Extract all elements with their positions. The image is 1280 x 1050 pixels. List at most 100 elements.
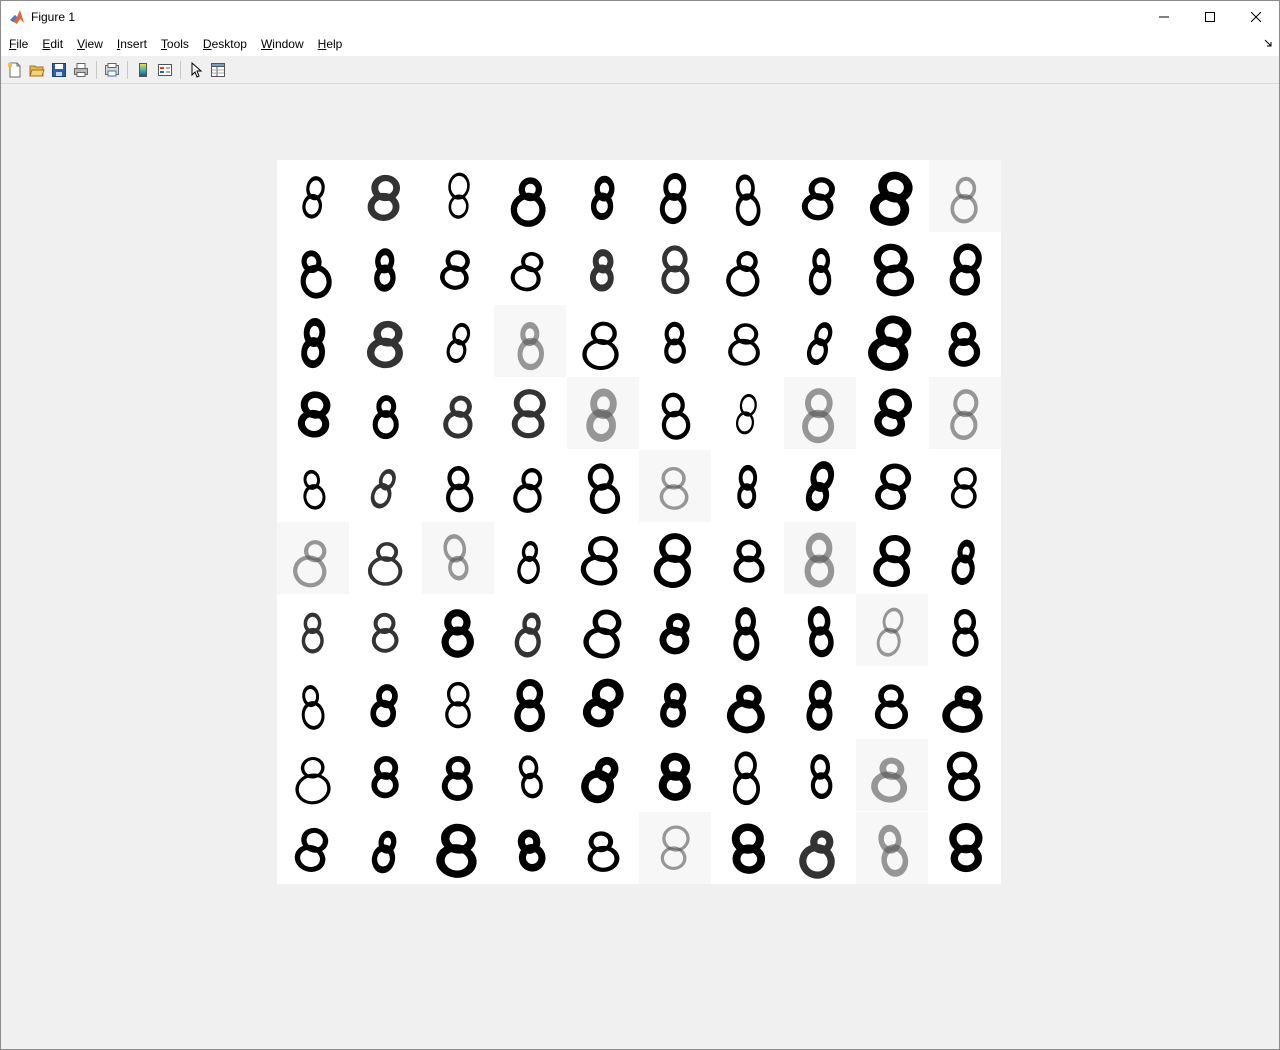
digit-sample xyxy=(300,250,332,299)
digit-sample xyxy=(856,811,929,884)
digit-sample xyxy=(444,681,471,729)
digit-sample xyxy=(421,522,494,594)
digit-sample xyxy=(581,321,619,370)
digit-sample xyxy=(518,755,544,799)
save-icon xyxy=(52,63,66,77)
digit-sample xyxy=(301,684,325,730)
maximize-button[interactable] xyxy=(1187,1,1233,32)
menu-tools[interactable]: Tools xyxy=(155,33,195,55)
digit-sample xyxy=(941,685,983,733)
digit-sample xyxy=(664,321,686,364)
title-bar: Figure 1 xyxy=(1,1,1279,32)
digit-sample xyxy=(297,391,331,438)
digit-sample xyxy=(737,464,758,509)
menu-file[interactable]: File xyxy=(3,33,34,55)
digit-sample xyxy=(583,609,621,659)
figure-toolbar xyxy=(1,57,1279,84)
digit-sample xyxy=(580,536,618,586)
digit-sample xyxy=(580,757,619,804)
digit-sample xyxy=(371,468,397,509)
digit-sample xyxy=(658,753,691,801)
property-inspector-button[interactable] xyxy=(207,59,229,81)
new-figure-button[interactable] xyxy=(4,59,26,81)
digit-sample xyxy=(301,317,326,368)
print-preview-button[interactable] xyxy=(101,59,123,81)
digit-sample xyxy=(302,176,325,219)
digit-sample xyxy=(367,320,404,368)
toolbar-separator xyxy=(96,61,97,79)
digit-sample xyxy=(856,594,929,667)
digit-sample xyxy=(494,304,567,377)
menu-help[interactable]: Help xyxy=(312,33,349,55)
digit-sample xyxy=(950,466,977,509)
digit-sample xyxy=(951,609,979,658)
digit-sample xyxy=(807,606,834,658)
digit-sample xyxy=(948,822,983,872)
digit-sample xyxy=(946,751,980,802)
open-file-button[interactable] xyxy=(26,59,48,81)
digit-sample xyxy=(948,321,980,367)
digit-sample xyxy=(295,757,331,805)
property-inspector-icon xyxy=(211,63,225,77)
digit-sample xyxy=(590,175,615,221)
digit-sample xyxy=(799,829,835,879)
digit-sample xyxy=(510,177,546,227)
digit-sample xyxy=(801,177,835,221)
menu-bar: File Edit View Insert Tools Desktop Wind… xyxy=(1,32,1279,57)
digit-sample xyxy=(659,172,687,225)
digit-sample xyxy=(514,678,546,732)
digit-sample xyxy=(448,172,470,219)
digit-sample xyxy=(928,160,1001,232)
digit-sample xyxy=(587,463,620,514)
minimize-button[interactable] xyxy=(1141,1,1187,32)
print-button[interactable] xyxy=(70,59,92,81)
digit-sample xyxy=(294,827,329,872)
digit-sample xyxy=(873,244,915,297)
new-figure-icon xyxy=(8,62,21,78)
menu-window[interactable]: Window xyxy=(255,33,310,55)
digit-sample xyxy=(736,394,758,435)
menu-edit[interactable]: Edit xyxy=(36,33,69,55)
colorbar-icon xyxy=(139,63,147,77)
digit-sample xyxy=(589,249,614,292)
digit-sample xyxy=(733,751,761,806)
digit-sample xyxy=(639,811,711,884)
minimize-icon xyxy=(1159,16,1169,17)
dock-arrow-icon[interactable] xyxy=(1263,38,1273,48)
menu-insert[interactable]: Insert xyxy=(111,33,153,55)
digit-sample xyxy=(372,613,399,654)
digit-sample xyxy=(435,823,477,878)
digit-sample xyxy=(517,829,546,872)
maximize-icon xyxy=(1205,11,1215,22)
save-button[interactable] xyxy=(48,59,70,81)
print-preview-icon xyxy=(105,63,119,77)
digit-sample xyxy=(514,612,542,658)
edit-plot-button[interactable] xyxy=(185,59,207,81)
digit-sample xyxy=(373,395,400,440)
legend-icon xyxy=(158,64,172,76)
insert-legend-button[interactable] xyxy=(154,59,176,81)
digit-sample xyxy=(441,609,474,659)
digit-sample xyxy=(806,679,833,731)
insert-colorbar-button[interactable] xyxy=(132,59,154,81)
digit-sample xyxy=(439,250,470,291)
menu-view[interactable]: View xyxy=(71,33,109,55)
digit-sample xyxy=(875,463,912,510)
digit-sample xyxy=(513,467,543,513)
digit-sample xyxy=(810,754,833,800)
digit-sample xyxy=(928,377,1001,450)
digit-sample xyxy=(783,522,856,594)
digit-sample xyxy=(728,323,761,366)
digit-sample xyxy=(446,322,470,363)
digit-sample xyxy=(783,377,856,450)
toolbar-separator xyxy=(180,61,181,79)
digit-sample xyxy=(639,449,711,522)
digit-image-montage xyxy=(277,160,1001,884)
digit-sample xyxy=(661,392,691,440)
digit-sample xyxy=(870,171,913,226)
digit-sample xyxy=(303,469,326,510)
close-button[interactable] xyxy=(1233,1,1279,32)
edit-plot-pointer-icon xyxy=(191,62,203,78)
digit-sample xyxy=(370,683,399,728)
menu-desktop[interactable]: Desktop xyxy=(197,33,253,55)
